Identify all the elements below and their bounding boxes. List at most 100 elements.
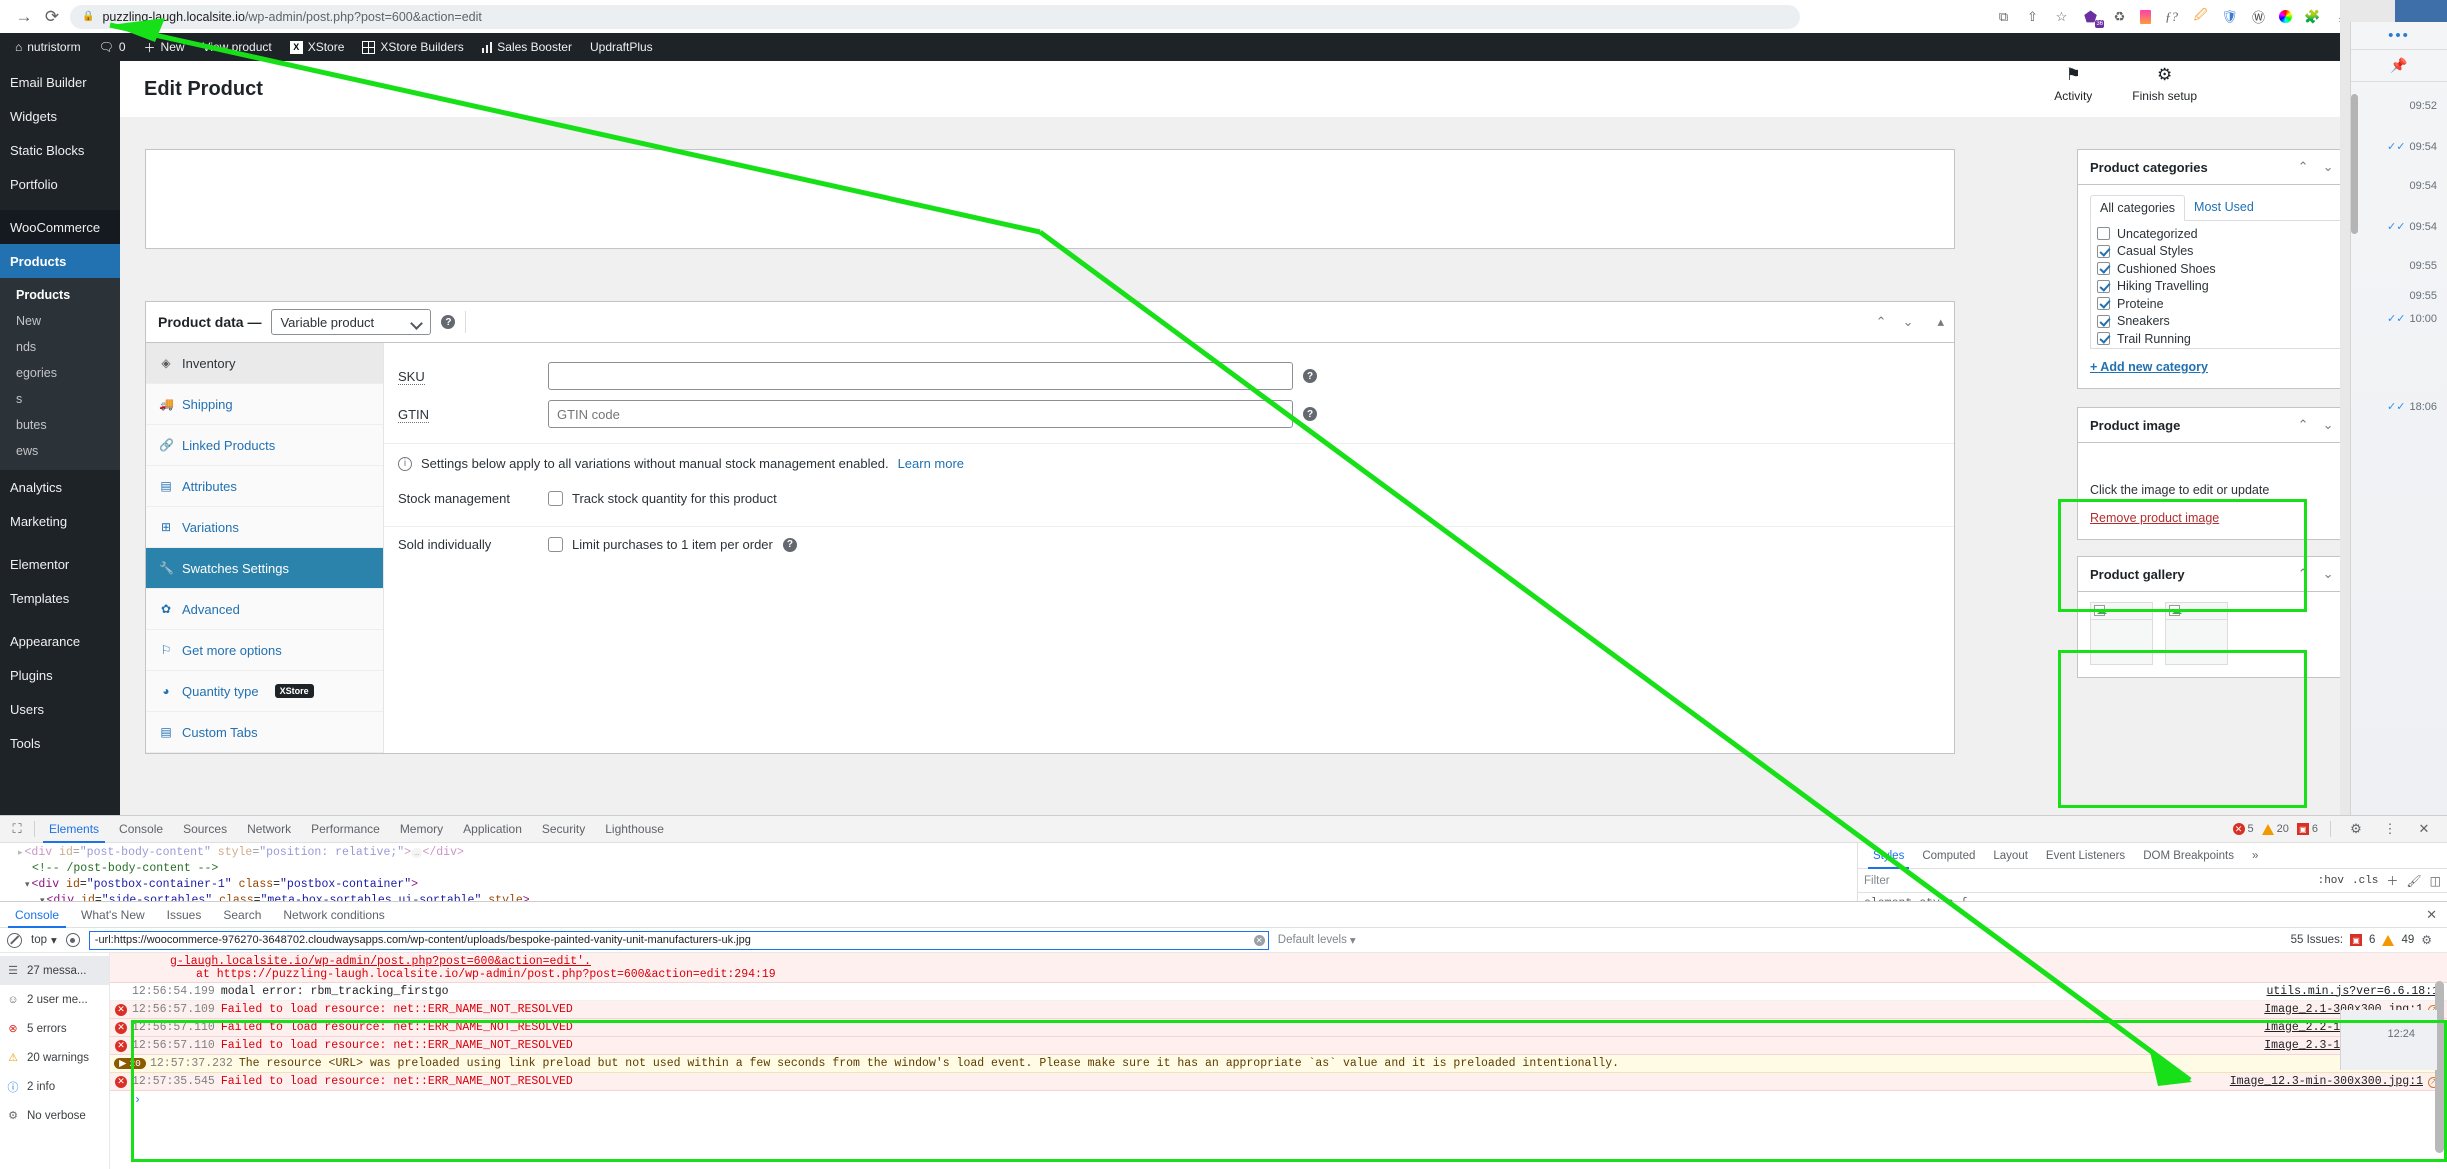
tab-swatches-settings[interactable]: 🔧 Swatches Settings bbox=[146, 548, 383, 589]
tab-layout[interactable]: Layout bbox=[1984, 843, 2037, 869]
console-source-link[interactable]: utils.min.js?ver=6.6.18:1 bbox=[2266, 985, 2439, 998]
messenger-scrollbar[interactable] bbox=[2351, 94, 2358, 234]
tab-more-panels[interactable]: » bbox=[2243, 843, 2267, 869]
tab-memory[interactable]: Memory bbox=[390, 816, 453, 843]
chevron-down-icon[interactable]: ⌄ bbox=[2323, 417, 2334, 433]
sidebar-item-analytics[interactable]: Analytics bbox=[0, 470, 120, 504]
console-message-text[interactable]: g-laugh.localsite.io/wp-admin/post.php?p… bbox=[170, 955, 591, 968]
adminbar-site-name[interactable]: ⌂ nutristorm bbox=[6, 33, 90, 61]
console-message[interactable]: 12:56:54.199 modal error: rbm_tracking_f… bbox=[110, 983, 2447, 1001]
expand-group-icon[interactable]: ▶ 20 bbox=[110, 1057, 150, 1070]
console-filter-info[interactable]: ⓘ 2 info bbox=[0, 1072, 109, 1101]
sidebar-subitem-tags[interactable]: s bbox=[0, 386, 120, 412]
close-icon[interactable]: ✕ bbox=[2411, 816, 2437, 842]
gtin-input[interactable] bbox=[548, 400, 1293, 428]
add-style-rule-icon[interactable]: ＋ bbox=[2386, 872, 2398, 889]
recycle-extension-icon[interactable]: ♻ bbox=[2111, 8, 2128, 25]
console-log-list[interactable]: g-laugh.localsite.io/wp-admin/post.php?p… bbox=[110, 953, 2447, 1169]
console-filter-all-messages[interactable]: ☰ 27 messa... bbox=[0, 956, 109, 985]
tab-console[interactable]: Console bbox=[109, 816, 173, 843]
adminbar-xstore-builders[interactable]: XStore Builders bbox=[353, 33, 472, 61]
sidebar-subitem-products[interactable]: Products bbox=[0, 282, 120, 308]
help-icon[interactable]: ? bbox=[782, 537, 797, 552]
puzzle-extension-icon[interactable]: 🧩 bbox=[2304, 8, 2321, 25]
console-message[interactable]: ✕ 12:56:57.109 Failed to load resource: … bbox=[110, 1001, 2447, 1019]
kebab-menu-icon[interactable]: ⋮ bbox=[2377, 816, 2403, 842]
message-count-badge[interactable]: ▣ 6 bbox=[2296, 823, 2318, 835]
category-checkbox[interactable] bbox=[2097, 262, 2110, 275]
category-checkbox[interactable] bbox=[2097, 332, 2110, 345]
category-checkbox[interactable] bbox=[2097, 227, 2110, 240]
sidebar-subitem-brands[interactable]: nds bbox=[0, 334, 120, 360]
tab-advanced[interactable]: ✿ Advanced bbox=[146, 589, 383, 630]
sidebar-item-widgets[interactable]: Widgets bbox=[0, 99, 120, 133]
category-item[interactable]: Sneakers bbox=[2097, 314, 2359, 329]
sold-individually-checkbox[interactable] bbox=[548, 537, 563, 552]
sidebar-subitem-attributes[interactable]: butes bbox=[0, 412, 120, 438]
font-extension-icon[interactable]: ƒ? bbox=[2163, 8, 2180, 25]
chevron-down-icon[interactable]: ⌄ bbox=[1903, 314, 1914, 330]
clear-console-icon[interactable] bbox=[7, 932, 22, 948]
console-filter-user-messages[interactable]: ☺ 2 user me... bbox=[0, 985, 109, 1014]
console-source-link[interactable]: Image_12.3-min-300x300.jpg:1 ↗ bbox=[2230, 1075, 2439, 1088]
category-checkbox[interactable] bbox=[2097, 314, 2110, 328]
sidebar-item-users[interactable]: Users bbox=[0, 692, 120, 726]
tab-security[interactable]: Security bbox=[532, 816, 595, 843]
tab-performance[interactable]: Performance bbox=[301, 816, 390, 843]
help-icon[interactable]: ? bbox=[441, 315, 456, 329]
share-icon[interactable]: ⇧ bbox=[2024, 8, 2041, 25]
execution-context-selector[interactable]: top ▾ bbox=[31, 933, 57, 947]
sidebar-item-products[interactable]: Products bbox=[0, 244, 128, 278]
tab-computed[interactable]: Computed bbox=[1913, 843, 1984, 869]
category-item[interactable]: Hiking Travelling bbox=[2097, 279, 2359, 294]
category-item[interactable]: Proteine bbox=[2097, 296, 2359, 311]
gear-icon[interactable]: ⚙ bbox=[2421, 933, 2432, 947]
category-checkbox[interactable] bbox=[2097, 297, 2110, 310]
console-filter-input[interactable]: -url:https://woocommerce-976270-3648702.… bbox=[88, 930, 1269, 950]
adminbar-updraftplus[interactable]: UpdraftPlus bbox=[581, 33, 662, 61]
split-screen-icon[interactable]: ⧉ bbox=[1995, 8, 2012, 25]
activity-button[interactable]: ⚑ Activity bbox=[2054, 65, 2092, 103]
new-style-rule-icon[interactable]: 🖌 bbox=[2406, 874, 2421, 888]
console-message[interactable]: ✕ 12:56:57.110 Failed to load resource: … bbox=[110, 1037, 2447, 1055]
chevron-down-icon[interactable]: ⌄ bbox=[2323, 566, 2334, 582]
issues-summary[interactable]: 55 Issues: ▣ 6 49 ⚙ bbox=[2291, 933, 2440, 947]
console-message-group[interactable]: ▶ 20 12:57:37.232 The resource <URL> was… bbox=[110, 1055, 2447, 1073]
category-item[interactable]: Casual Styles bbox=[2097, 244, 2359, 259]
sidebar-item-email-builder[interactable]: Email Builder bbox=[0, 65, 120, 99]
shield-extension-icon[interactable]: 🛡 bbox=[2221, 8, 2238, 25]
gear-icon[interactable]: ⚙ bbox=[2343, 816, 2369, 842]
sidebar-subitem-new[interactable]: New bbox=[0, 308, 120, 334]
caret-up-icon[interactable]: ▴ bbox=[1937, 314, 1944, 330]
adminbar-view-product[interactable]: View product bbox=[194, 33, 281, 61]
drawer-tab-whats-new[interactable]: What's New bbox=[70, 902, 156, 928]
sidebar-item-woocommerce[interactable]: WooCommerce bbox=[0, 210, 120, 244]
drawer-tab-search[interactable]: Search bbox=[212, 902, 272, 928]
error-count-badge[interactable]: ✕ 5 bbox=[2232, 823, 2254, 835]
chevron-up-icon[interactable]: ⌃ bbox=[2298, 159, 2309, 175]
tab-all-categories[interactable]: All categories bbox=[2090, 195, 2186, 221]
dom-line[interactable]: ▾ <div id="postbox-container-1" class="po… bbox=[18, 877, 1857, 893]
tab-most-used[interactable]: Most Used bbox=[2185, 195, 2263, 220]
category-checklist[interactable]: Uncategorized Casual Styles Cushioned Sh… bbox=[2090, 221, 2360, 349]
category-item[interactable]: Uncategorized bbox=[2097, 226, 2359, 241]
finish-setup-button[interactable]: ⚙ Finish setup bbox=[2132, 65, 2197, 103]
warning-count-badge[interactable]: 20 bbox=[2261, 823, 2289, 835]
tab-inventory[interactable]: ◈ Inventory bbox=[146, 343, 383, 384]
cls-toggle[interactable]: .cls bbox=[2352, 875, 2378, 887]
tab-event-listeners[interactable]: Event Listeners bbox=[2037, 843, 2134, 869]
gallery-thumb[interactable] bbox=[2165, 602, 2228, 665]
chevron-up-icon[interactable]: ⌃ bbox=[2298, 566, 2309, 582]
console-filter-errors[interactable]: ⊗ 5 errors bbox=[0, 1014, 109, 1043]
live-expression-icon[interactable] bbox=[65, 933, 80, 947]
sidebar-subitem-reviews[interactable]: ews bbox=[0, 438, 120, 464]
console-message-stackframe[interactable]: at https://puzzling-laugh.localsite.io/w… bbox=[196, 968, 776, 981]
forward-arrow-icon[interactable]: → bbox=[10, 3, 38, 31]
sidebar-item-portfolio[interactable]: Portfolio bbox=[0, 167, 120, 201]
chevron-up-icon[interactable]: ⌃ bbox=[2298, 417, 2309, 433]
styles-filter-input[interactable]: Filter bbox=[1864, 875, 2310, 887]
address-bar[interactable]: 🔒 puzzling-laugh.localsite.io/wp-admin/p… bbox=[70, 4, 1800, 29]
help-icon[interactable]: ? bbox=[1303, 369, 1317, 383]
tab-variations[interactable]: ⊞ Variations bbox=[146, 507, 383, 548]
product-image-hint[interactable]: Click the image to edit or update bbox=[2090, 483, 2360, 497]
